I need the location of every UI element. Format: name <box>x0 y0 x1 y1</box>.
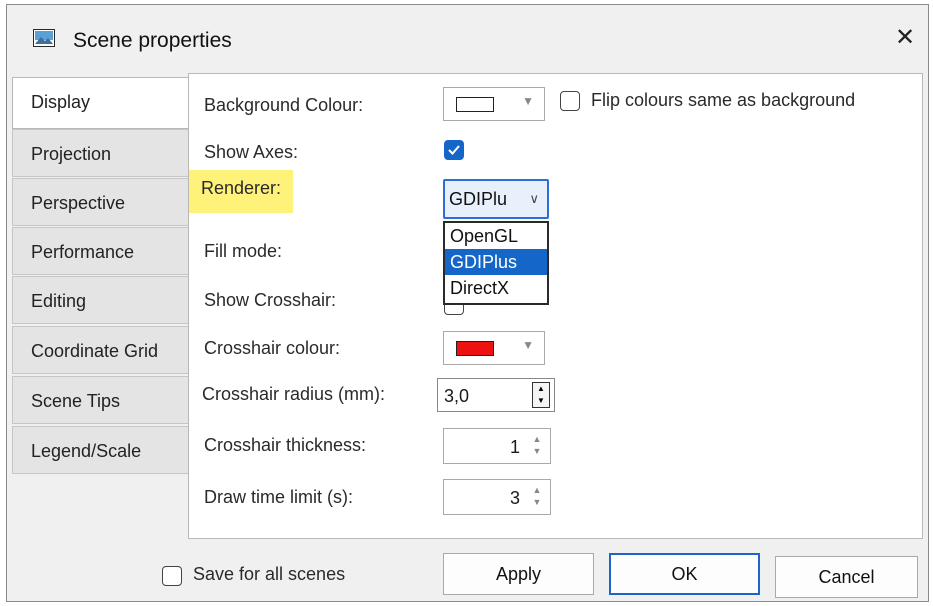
crosshair-thickness-label: Crosshair thickness: <box>204 435 367 455</box>
flip-colours-label: Flip colours same as background <box>591 90 856 110</box>
crosshair-radius-value: 3,0 <box>444 386 470 406</box>
draw-time-limit-label: Draw time limit (s): <box>204 487 353 507</box>
draw-time-limit-value: 3 <box>509 488 520 508</box>
save-all-scenes-label: Save for all scenes <box>193 564 346 584</box>
chevron-down-icon: ∨ <box>529 191 539 206</box>
crosshair-thickness-input[interactable]: 1 ▲ ▼ <box>443 428 551 464</box>
background-colour-swatch <box>456 97 494 112</box>
tab-display[interactable]: Display <box>12 77 192 129</box>
save-all-scenes-checkbox[interactable] <box>162 566 182 586</box>
cancel-button[interactable]: Cancel <box>775 556 918 598</box>
checkmark-icon <box>448 145 460 155</box>
renderer-select-value: GDIPlu <box>449 189 508 209</box>
title-bar: Scene properties ✕ <box>7 5 928 71</box>
crosshair-colour-label: Crosshair colour: <box>204 338 341 358</box>
crosshair-radius-input[interactable]: 3,0 ▲ ▼ <box>437 378 555 412</box>
renderer-option-opengl[interactable]: OpenGL <box>445 223 547 249</box>
tab-legend-scale[interactable]: Legend/Scale <box>12 426 192 474</box>
apply-button[interactable]: Apply <box>443 553 594 595</box>
scene-properties-dialog: Scene properties ✕ Display Projection Pe… <box>6 4 929 602</box>
window-title: Scene properties <box>73 29 232 52</box>
tab-editing[interactable]: Editing <box>12 276 192 324</box>
chevron-down-icon: ▼ <box>522 338 534 352</box>
tab-coordinate-grid[interactable]: Coordinate Grid <box>12 326 192 374</box>
ok-button[interactable]: OK <box>609 553 760 595</box>
chevron-down-icon: ▼ <box>522 94 534 108</box>
draw-time-limit-input[interactable]: 3 ▲ ▼ <box>443 479 551 515</box>
crosshair-colour-picker[interactable]: ▼ <box>443 331 545 365</box>
spinner-icon[interactable]: ▲ ▼ <box>530 484 544 508</box>
show-crosshair-label: Show Crosshair: <box>204 290 337 310</box>
tab-scene-tips[interactable]: Scene Tips <box>12 376 192 424</box>
tab-projection[interactable]: Projection <box>12 129 192 177</box>
renderer-select[interactable]: GDIPlu ∨ <box>443 179 549 219</box>
show-axes-label: Show Axes: <box>204 142 299 162</box>
fill-mode-label: Fill mode: <box>204 241 283 261</box>
renderer-label: Renderer: <box>189 170 294 213</box>
show-axes-checkbox[interactable] <box>444 140 464 160</box>
renderer-option-gdiplus[interactable]: GDIPlus <box>445 249 547 275</box>
background-colour-label: Background Colour: <box>204 95 364 115</box>
renderer-dropdown-list: OpenGL GDIPlus DirectX <box>443 221 549 305</box>
crosshair-thickness-value: 1 <box>509 437 520 457</box>
spinner-icon[interactable]: ▲ ▼ <box>532 382 550 408</box>
window-icon <box>33 29 55 47</box>
spinner-icon[interactable]: ▲ ▼ <box>530 433 544 457</box>
close-button[interactable]: ✕ <box>888 21 922 55</box>
tab-performance[interactable]: Performance <box>12 227 192 275</box>
crosshair-colour-swatch <box>456 341 494 356</box>
background-colour-picker[interactable]: ▼ <box>443 87 545 121</box>
crosshair-radius-label: Crosshair radius (mm): <box>202 384 386 404</box>
tab-perspective[interactable]: Perspective <box>12 178 192 226</box>
flip-colours-checkbox[interactable] <box>560 91 580 111</box>
renderer-option-directx[interactable]: DirectX <box>445 275 547 301</box>
